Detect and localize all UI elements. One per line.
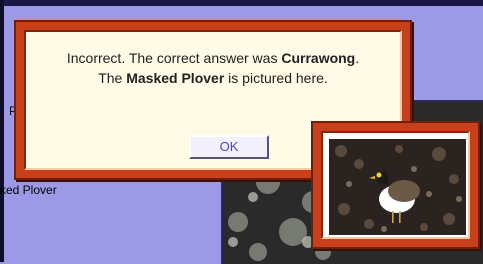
message-line-1: Incorrect. The correct answer was Curraw…	[26, 48, 400, 68]
window-top-edge	[0, 0, 483, 6]
message-text: .	[355, 50, 360, 66]
message-text: The	[98, 70, 127, 86]
background-answer-option-label: ked Plover	[0, 183, 57, 197]
message-text: is pictured here.	[224, 70, 328, 86]
bird-photo	[329, 139, 466, 235]
pictured-bird-name: Masked Plover	[126, 70, 225, 86]
ok-button[interactable]: OK	[189, 135, 269, 159]
feedback-message: Incorrect. The correct answer was Curraw…	[26, 48, 400, 88]
window-left-edge	[0, 0, 4, 262]
bird-photo-frame	[311, 121, 480, 249]
bird-photo-mat	[321, 131, 470, 239]
background-panel	[412, 6, 483, 84]
message-line-2: The Masked Plover is pictured here.	[26, 68, 400, 88]
correct-answer: Currawong	[281, 50, 356, 66]
message-text: Incorrect. The correct answer was	[66, 50, 282, 66]
